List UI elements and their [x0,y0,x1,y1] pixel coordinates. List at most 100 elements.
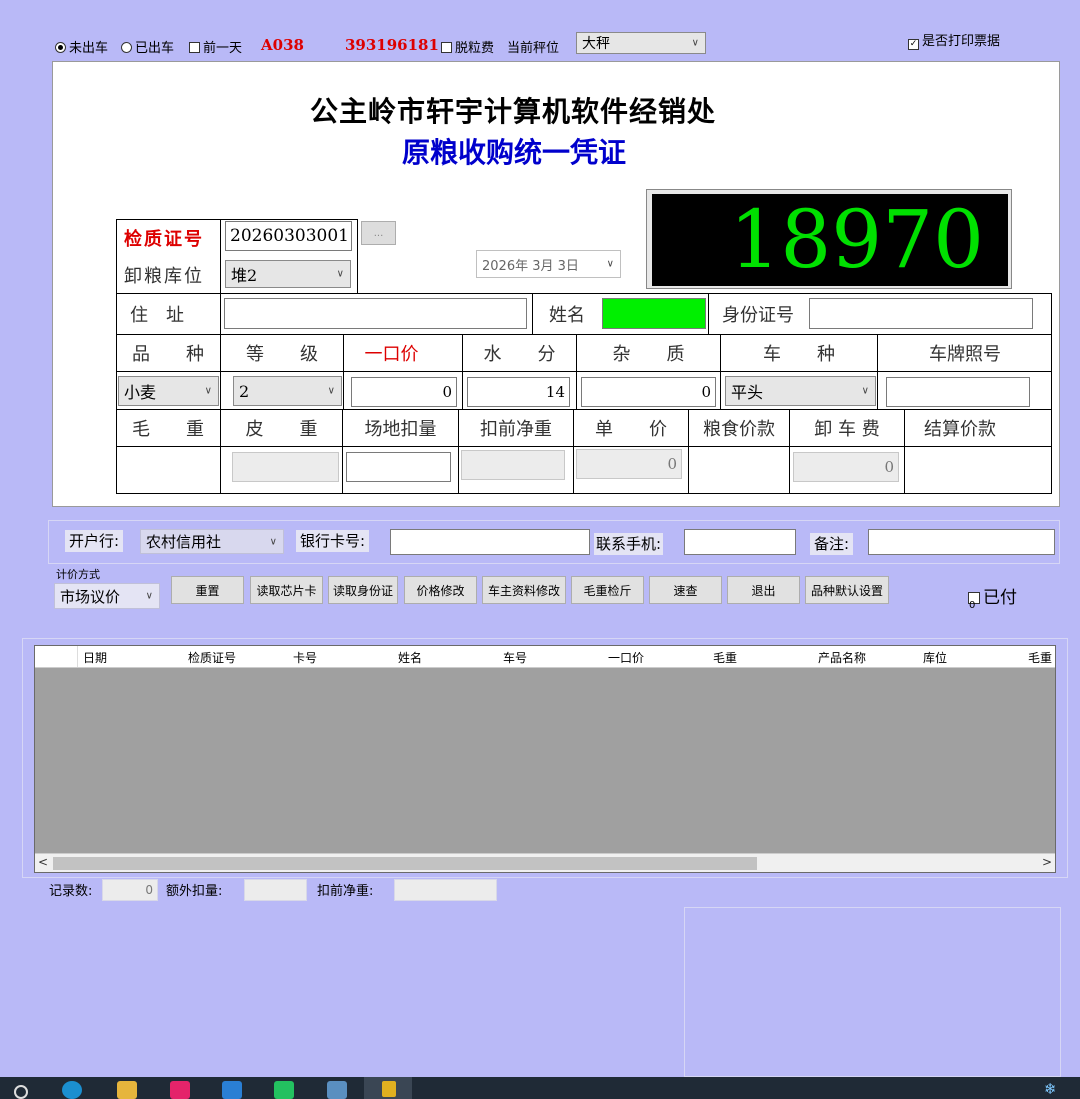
header-grain-price: 粮食价款 [703,419,775,440]
read-id-card-button[interactable]: 读取身份证 [328,576,398,604]
weight-display: 18970 [652,194,1008,286]
checkbox-icon [189,42,200,53]
exit-button[interactable]: 退出 [727,576,800,604]
date-picker[interactable]: 2026年 3月 3日 ∨ [476,250,621,278]
name-input[interactable] [602,298,706,329]
address-label: 住 址 [130,305,184,326]
col-fixed-price[interactable]: 一口价 [608,649,644,666]
radio-not-out[interactable]: 未出车 [55,37,108,56]
col-gross-2[interactable]: 毛重 [1028,649,1052,666]
chevron-down-icon: ∨ [336,268,344,280]
name-label: 姓名 [549,305,585,326]
scroll-left-icon[interactable]: < [38,855,48,869]
store-icon[interactable] [222,1081,242,1099]
code-label: A038 [261,36,304,54]
bank-label: 开户行: [65,530,124,552]
radio-out[interactable]: 已出车 [121,37,174,56]
chevron-down-icon: ∨ [606,258,614,270]
header-fixed-price: 一口价 [364,344,419,365]
folder-icon[interactable] [117,1081,137,1099]
header-unit-price: 单 价 [595,419,667,440]
pricing-select[interactable]: 市场议价 ∨ [54,583,160,609]
col-plate[interactable]: 车号 [503,649,527,666]
phone-label: 联系手机: [594,533,664,555]
tare-input [232,452,339,482]
search-icon[interactable] [14,1085,28,1099]
checkbox-icon [441,42,452,53]
reset-button[interactable]: 重置 [171,576,244,604]
site-deduct-input[interactable] [346,452,451,482]
app-icon[interactable] [327,1081,347,1099]
grade-select[interactable]: 2 ∨ [233,376,342,406]
card-label: 银行卡号: [296,530,370,552]
owner-edit-button[interactable]: 车主资料修改 [482,576,566,604]
header-variety: 品 种 [132,344,204,365]
gross-weigh-button[interactable]: 毛重检斤 [571,576,644,604]
price-edit-button[interactable]: 价格修改 [404,576,477,604]
header-impurity: 杂 质 [612,344,685,365]
read-chip-card-button[interactable]: 读取芯片卡 [250,576,323,604]
table-header: 日期 检质证号 卡号 姓名 车号 一口价 毛重 产品名称 库位 毛重 [35,646,1055,668]
variety-default-button[interactable]: 品种默认设置 [805,576,889,604]
number-label: 393196181 [345,36,439,54]
chevron-down-icon: ∨ [204,385,212,397]
variety-select[interactable]: 小麦 ∨ [118,376,219,406]
storage-select[interactable]: 堆2 ∨ [225,260,351,288]
company-name: 公主岭市轩宇计算机软件经销处 [310,95,717,128]
pre-net-input [461,450,565,480]
scale-select[interactable]: 大秤 ∨ [576,32,706,54]
col-date[interactable]: 日期 [83,649,107,666]
col-cert[interactable]: 检质证号 [188,649,236,666]
header-grade: 等 级 [246,344,318,365]
net-value [394,879,497,901]
paid-count: 0 [969,600,976,611]
edge-icon[interactable] [62,1081,82,1099]
wechat-icon[interactable] [274,1081,294,1099]
remark-input[interactable] [868,529,1055,555]
weather-icon[interactable]: ❄ [1044,1081,1062,1097]
media-icon[interactable] [170,1081,190,1099]
chevron-down-icon: ∨ [691,37,699,49]
records-count [102,879,158,901]
dehull-fee-checkbox[interactable]: 脱粒费 [441,37,494,56]
prev-day-checkbox[interactable]: 前一天 [189,37,242,56]
extra-deduct-label: 额外扣量: [166,884,223,899]
moisture-input[interactable] [467,377,570,407]
col-gross[interactable]: 毛重 [713,649,737,666]
horizontal-scrollbar[interactable]: < > [35,853,1055,872]
voucher-title: 原粮收购统一凭证 [402,136,627,169]
print-ticket-checkbox[interactable]: ✓ 是否打印票据 [908,30,1000,50]
cert-label: 检质证号 [124,229,204,250]
active-app[interactable] [364,1077,412,1099]
address-input[interactable] [224,298,527,329]
header-tare: 皮 重 [245,419,318,440]
impurity-input[interactable] [581,377,716,407]
scrollbar-thumb[interactable] [53,857,757,870]
unit-price-input [576,449,682,479]
chevron-down-icon: ∨ [861,385,869,397]
header-settlement: 结算价款 [924,419,996,440]
scroll-right-icon[interactable]: > [1042,855,1052,869]
header-site-deduct: 场地扣量 [364,419,437,440]
plate-input[interactable] [886,377,1030,407]
id-input[interactable] [809,298,1033,329]
net-label: 扣前净重: [317,884,374,899]
card-input[interactable] [390,529,590,555]
header-vehicle-type: 车 种 [763,344,835,365]
radio-selected-icon [55,42,66,53]
chevron-down-icon: ∨ [145,590,153,602]
scale-label: 当前秤位 [507,41,560,56]
header-pre-net: 扣前净重 [480,419,552,440]
phone-input[interactable] [684,529,796,555]
browse-button[interactable]: ... [361,221,396,245]
col-name[interactable]: 姓名 [398,649,422,666]
col-product[interactable]: 产品名称 [818,649,866,666]
cert-input[interactable] [225,221,352,251]
col-card[interactable]: 卡号 [293,649,317,666]
top-bar: 未出车 已出车 前一天 A038 393196181 脱粒费 当前秤位 [55,36,1055,56]
vehicle-type-select[interactable]: 平头 ∨ [725,376,876,406]
fixed-price-input[interactable] [351,377,457,407]
quick-search-button[interactable]: 速查 [649,576,722,604]
col-storage[interactable]: 库位 [923,649,947,666]
bank-select[interactable]: 农村信用社 ∨ [140,529,284,554]
